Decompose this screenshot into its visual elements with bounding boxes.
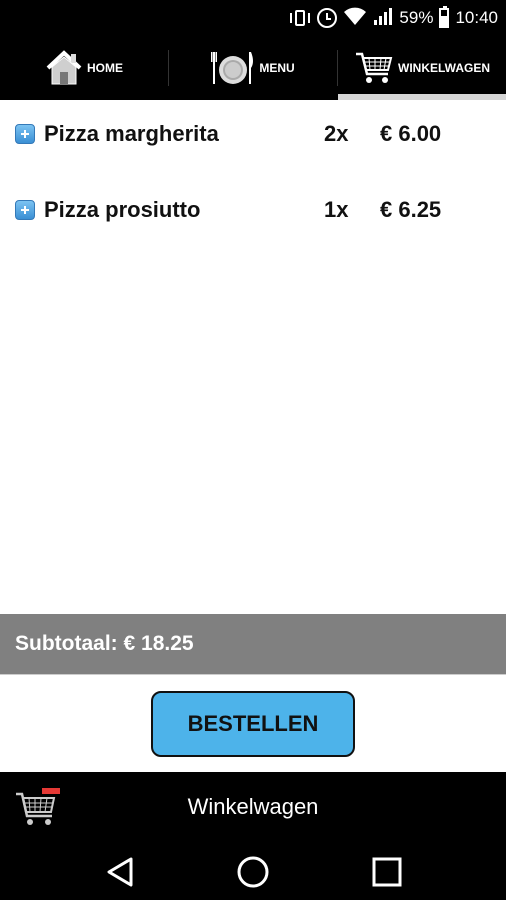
plate-cutlery-icon	[211, 52, 254, 84]
page-title: Winkelwagen	[187, 794, 319, 819]
order-section: BESTELLEN	[0, 674, 506, 772]
item-price: € 6.00	[380, 121, 442, 146]
item-name: Pizza margherita	[44, 121, 219, 146]
tab-winkelwagen[interactable]: WINKELWAGEN	[338, 36, 506, 100]
battery-percent: 59%	[399, 8, 434, 27]
top-nav: HOME MENU WINKELWAGEN	[0, 36, 506, 100]
item-price: € 6.25	[380, 197, 442, 222]
tab-home-label: HOME	[87, 61, 123, 75]
alarm-icon	[317, 8, 338, 28]
wifi-icon	[343, 6, 367, 31]
recents-icon[interactable]	[370, 855, 404, 889]
tab-home[interactable]: HOME	[0, 36, 168, 100]
status-bar: 59% 10:40	[0, 0, 506, 36]
back-icon[interactable]	[103, 855, 137, 889]
clock: 10:40	[455, 8, 498, 27]
list-item: Pizza margherita 2x € 6.00	[0, 114, 506, 154]
home-circle-icon[interactable]	[236, 855, 270, 889]
order-button[interactable]: BESTELLEN	[151, 691, 355, 757]
shopping-cart-icon	[356, 52, 393, 83]
tab-winkelwagen-label: WINKELWAGEN	[398, 61, 490, 75]
vibrate-icon	[289, 8, 311, 28]
bottom-bar: Winkelwagen	[0, 772, 506, 842]
home-icon	[46, 50, 82, 85]
tab-menu[interactable]: MENU	[169, 36, 337, 100]
subtotal-text: Subtotaal: € 18.25	[15, 632, 194, 655]
plus-icon[interactable]	[15, 124, 35, 144]
item-name: Pizza prosiutto	[44, 197, 201, 222]
system-nav	[0, 842, 506, 900]
plus-icon[interactable]	[15, 200, 35, 220]
battery-icon	[439, 6, 450, 28]
list-item: Pizza prosiutto 1x € 6.25	[0, 190, 506, 230]
signal-icon	[373, 6, 393, 31]
subtotal-bar: Subtotaal: € 18.25	[0, 614, 506, 674]
item-quantity: 1x	[324, 197, 349, 222]
item-quantity: 2x	[324, 121, 349, 146]
tab-menu-label: MENU	[259, 61, 295, 75]
cart-list: Pizza margherita 2x € 6.00 Pizza prosiut…	[0, 100, 506, 614]
